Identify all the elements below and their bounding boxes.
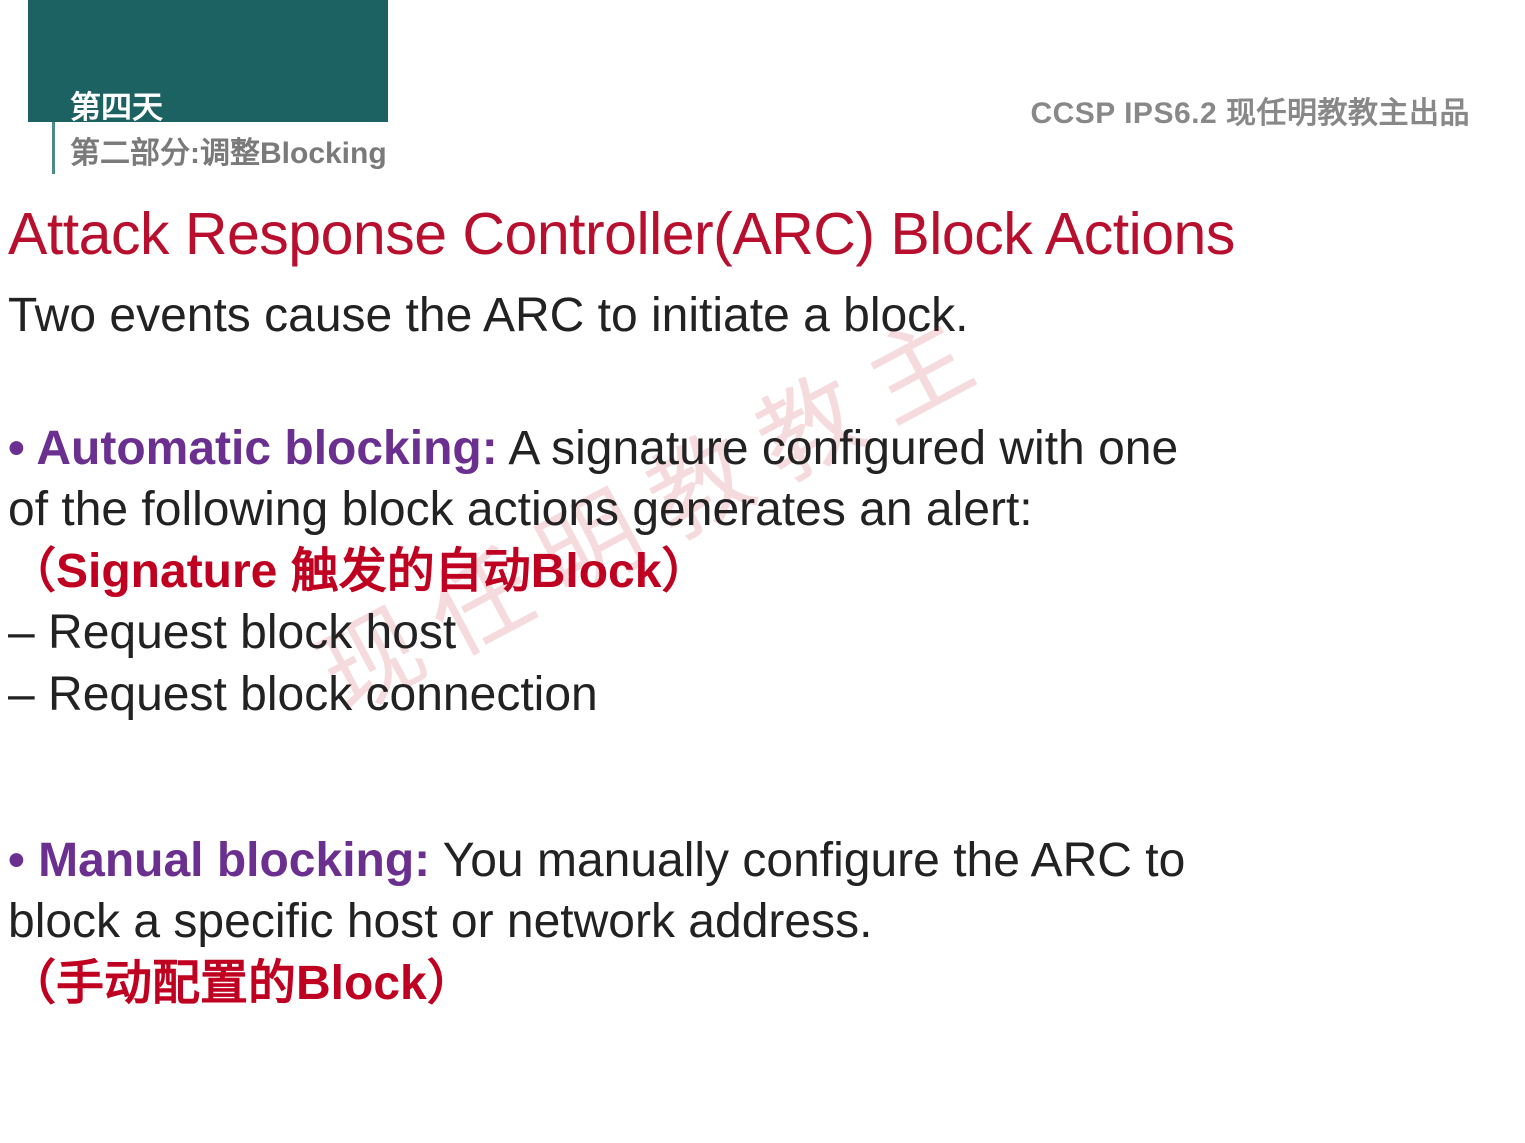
manual-blocking-section: • Manual blocking: You manually configur… — [8, 830, 1508, 1014]
auto-bullet-label: • Automatic blocking: — [8, 422, 498, 475]
slide-intro: Two events cause the ARC to initiate a b… — [8, 288, 969, 343]
auto-item-1: – Request block host — [8, 606, 456, 659]
header-right-label: CCSP IPS6.2 现任明教教主出品 — [1030, 88, 1470, 132]
header-vertical-divider — [52, 122, 55, 174]
automatic-blocking-section: • Automatic blocking: A signature config… — [8, 418, 1508, 725]
section-label: 第二部分:调整Blocking — [70, 128, 387, 172]
manual-desc-line2: block a specific host or network address… — [8, 895, 872, 948]
auto-item-2: – Request block connection — [8, 668, 598, 721]
slide-title: Attack Response Controller(ARC) Block Ac… — [8, 200, 1235, 268]
day-label: 第四天 — [70, 82, 163, 127]
auto-desc-line1: A signature configured with one — [498, 422, 1178, 475]
manual-desc-line1: You manually configure the ARC to — [430, 834, 1185, 887]
manual-bullet-label: • Manual blocking: — [8, 834, 430, 887]
auto-note: （Signature 触发的自动Block） — [8, 545, 709, 598]
auto-desc-line2: of the following block actions generates… — [8, 483, 1033, 536]
manual-note: （手动配置的Block） — [8, 957, 475, 1010]
